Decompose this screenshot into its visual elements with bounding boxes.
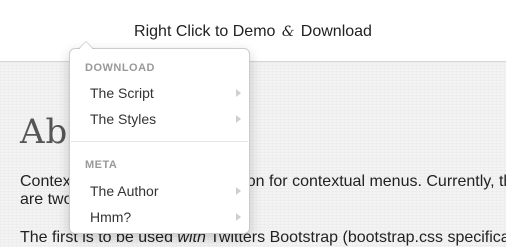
menu-item-label: Hmm? <box>90 209 132 225</box>
chevron-right-icon <box>236 187 241 195</box>
demo-text-before: Right Click to Demo <box>134 23 276 40</box>
context-menu: DOWNLOAD The Script The Styles META The … <box>69 41 250 234</box>
menu-divider <box>71 141 248 143</box>
paragraph-line: are two <box>20 191 73 208</box>
menu-item-label: The Styles <box>90 111 157 127</box>
ampersand: & <box>281 24 295 40</box>
paragraph-fragment: on for contextual menus. Currently, th <box>246 173 506 190</box>
chevron-right-icon <box>236 115 241 123</box>
menu-item-the-styles[interactable]: The Styles <box>70 107 249 131</box>
menu-section-header-download: DOWNLOAD <box>85 62 155 74</box>
menu-item-the-script[interactable]: The Script <box>70 81 249 105</box>
menu-caret-fill <box>79 42 93 49</box>
paragraph-fragment: Twitters Bootstrap (bootstrap.css specif… <box>205 229 506 246</box>
menu-item-label: The Script <box>90 85 154 101</box>
paragraph-fragment: Contex <box>20 173 71 190</box>
menu-section-header-meta: META <box>85 159 118 171</box>
chevron-right-icon <box>236 213 241 221</box>
demo-text-after: Download <box>300 23 372 40</box>
demo-instructions: Right Click to Demo & Download <box>0 22 506 42</box>
chevron-right-icon <box>236 89 241 97</box>
menu-item-hmm[interactable]: Hmm? <box>70 205 249 229</box>
menu-item-label: The Author <box>90 183 159 199</box>
menu-item-the-author[interactable]: The Author <box>70 179 249 203</box>
